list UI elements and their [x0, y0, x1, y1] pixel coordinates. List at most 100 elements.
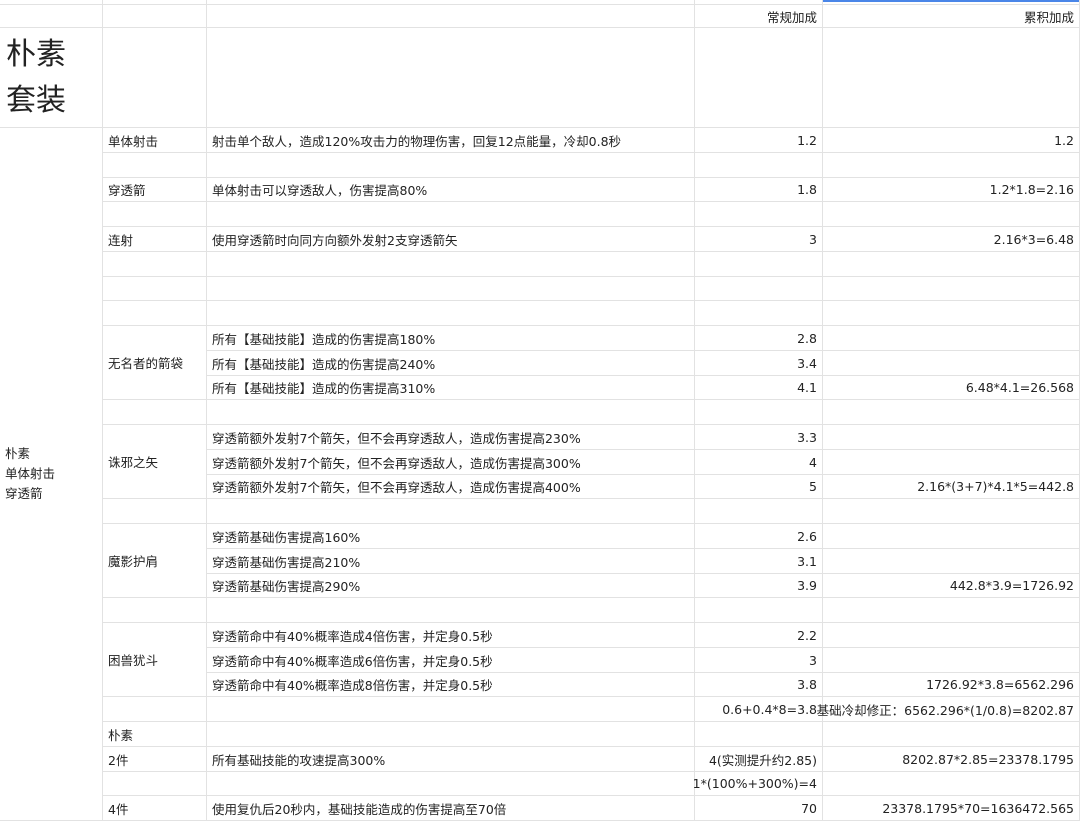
set-title[interactable]: 朴素 套装 — [0, 28, 103, 128]
cumulative-bonus[interactable] — [823, 351, 1080, 376]
item-name[interactable] — [103, 252, 207, 277]
item-description[interactable]: 所有基础技能的攻速提高300% — [207, 747, 695, 772]
item-description[interactable]: 穿透箭额外发射7个箭矢，但不会再穿透敌人，造成伤害提高400% — [207, 475, 695, 499]
cumulative-bonus[interactable]: 442.8*3.9=1726.92 — [823, 574, 1080, 598]
regular-bonus[interactable]: 5 — [695, 475, 823, 499]
item-name[interactable]: 无名者的箭袋 — [103, 326, 207, 400]
item-description[interactable] — [207, 301, 695, 326]
cell[interactable] — [695, 28, 823, 128]
item-name[interactable]: 朴素 — [103, 722, 207, 747]
item-name[interactable]: 困兽犹斗 — [103, 623, 207, 697]
regular-bonus[interactable] — [695, 722, 823, 747]
cumulative-bonus[interactable] — [823, 326, 1080, 351]
cumulative-bonus[interactable] — [823, 499, 1080, 524]
regular-bonus[interactable]: 2.2 — [695, 623, 823, 648]
item-description[interactable] — [207, 400, 695, 425]
cumulative-bonus[interactable] — [823, 549, 1080, 574]
cumulative-bonus[interactable] — [823, 524, 1080, 549]
cumulative-bonus[interactable] — [823, 400, 1080, 425]
cumulative-bonus[interactable]: 6.48*4.1=26.568 — [823, 376, 1080, 400]
cumulative-bonus[interactable] — [823, 450, 1080, 475]
cumulative-bonus[interactable] — [823, 648, 1080, 673]
item-name[interactable] — [103, 153, 207, 178]
header-cumulative[interactable]: 累积加成 — [823, 5, 1080, 28]
item-name[interactable] — [103, 697, 207, 722]
item-description[interactable] — [207, 598, 695, 623]
cumulative-bonus[interactable] — [823, 252, 1080, 277]
item-name[interactable] — [103, 277, 207, 301]
regular-bonus[interactable]: 3 — [695, 648, 823, 673]
cumulative-bonus[interactable] — [823, 277, 1080, 301]
item-description[interactable]: 射击单个敌人，造成120%攻击力的物理伤害，回复12点能量，冷却0.8秒 — [207, 128, 695, 153]
item-description[interactable]: 所有【基础技能】造成的伤害提高310% — [207, 376, 695, 400]
cumulative-bonus[interactable] — [823, 153, 1080, 178]
regular-bonus[interactable]: 1.8 — [695, 178, 823, 202]
item-description[interactable] — [207, 277, 695, 301]
item-name[interactable] — [103, 202, 207, 227]
item-name[interactable] — [103, 598, 207, 623]
cumulative-bonus[interactable] — [823, 722, 1080, 747]
item-name[interactable]: 穿透箭 — [103, 178, 207, 202]
item-description[interactable] — [207, 499, 695, 524]
item-description[interactable] — [207, 202, 695, 227]
cumulative-bonus[interactable]: 8202.87*2.85=23378.1795 — [823, 747, 1080, 772]
regular-bonus[interactable]: 2.6 — [695, 524, 823, 549]
cumulative-bonus[interactable]: 1.2 — [823, 128, 1080, 153]
regular-bonus[interactable] — [695, 301, 823, 326]
cumulative-bonus[interactable] — [823, 623, 1080, 648]
item-name[interactable]: 4件 — [103, 796, 207, 821]
regular-bonus[interactable] — [695, 499, 823, 524]
regular-bonus[interactable] — [695, 277, 823, 301]
regular-bonus[interactable] — [695, 598, 823, 623]
item-description[interactable] — [207, 153, 695, 178]
cumulative-bonus[interactable] — [823, 425, 1080, 450]
item-description[interactable]: 穿透箭命中有40%概率造成6倍伤害，并定身0.5秒 — [207, 648, 695, 673]
regular-bonus[interactable]: 2.8 — [695, 326, 823, 351]
regular-bonus[interactable]: 3 — [695, 227, 823, 252]
regular-bonus[interactable]: 4.1 — [695, 376, 823, 400]
regular-bonus[interactable]: 3.3 — [695, 425, 823, 450]
regular-bonus[interactable]: 4 — [695, 450, 823, 475]
item-description[interactable]: 穿透箭基础伤害提高210% — [207, 549, 695, 574]
cell-header[interactable] — [103, 5, 207, 28]
side-label[interactable]: 朴素 单体射击 穿透箭 — [0, 128, 103, 821]
regular-bonus[interactable]: 70 — [695, 796, 823, 821]
regular-bonus[interactable]: 1*(100%+300%)=4 — [693, 772, 823, 796]
item-description[interactable] — [207, 252, 695, 277]
item-name[interactable]: 魔影护肩 — [103, 524, 207, 598]
item-description[interactable]: 穿透箭命中有40%概率造成8倍伤害，并定身0.5秒 — [207, 673, 695, 697]
regular-bonus[interactable] — [695, 400, 823, 425]
regular-bonus[interactable] — [695, 252, 823, 277]
item-description[interactable]: 使用穿透箭时向同方向额外发射2支穿透箭矢 — [207, 227, 695, 252]
item-description[interactable] — [207, 697, 695, 722]
item-description[interactable]: 所有【基础技能】造成的伤害提高240% — [207, 351, 695, 376]
cumulative-bonus[interactable]: 23378.1795*70=1636472.565 — [823, 796, 1080, 821]
cumulative-bonus[interactable] — [823, 772, 1080, 796]
regular-bonus[interactable]: 0.6+0.4*8=3.8 — [695, 697, 823, 722]
regular-bonus[interactable] — [695, 153, 823, 178]
item-name[interactable]: 单体射击 — [103, 128, 207, 153]
item-description[interactable] — [207, 722, 695, 747]
cell[interactable] — [207, 28, 695, 128]
item-description[interactable]: 穿透箭基础伤害提高160% — [207, 524, 695, 549]
header-regular[interactable]: 常规加成 — [695, 5, 823, 28]
item-name[interactable]: 连射 — [103, 227, 207, 252]
item-description[interactable]: 所有【基础技能】造成的伤害提高180% — [207, 326, 695, 351]
regular-bonus[interactable] — [695, 202, 823, 227]
item-description[interactable]: 穿透箭命中有40%概率造成4倍伤害，并定身0.5秒 — [207, 623, 695, 648]
item-description[interactable]: 使用复仇后20秒内，基础技能造成的伤害提高至70倍 — [207, 796, 695, 821]
item-description[interactable]: 穿透箭额外发射7个箭矢，但不会再穿透敌人，造成伤害提高300% — [207, 450, 695, 475]
item-description[interactable]: 穿透箭基础伤害提高290% — [207, 574, 695, 598]
cumulative-bonus[interactable] — [823, 301, 1080, 326]
item-description[interactable] — [207, 772, 695, 796]
cumulative-bonus[interactable]: 2.16*(3+7)*4.1*5=442.8 — [823, 475, 1080, 499]
cell[interactable] — [103, 28, 207, 128]
item-name[interactable] — [103, 301, 207, 326]
cumulative-bonus[interactable] — [823, 202, 1080, 227]
item-name[interactable] — [103, 772, 207, 796]
item-name[interactable] — [103, 400, 207, 425]
item-description[interactable]: 单体射击可以穿透敌人，伤害提高80% — [207, 178, 695, 202]
item-description[interactable]: 穿透箭额外发射7个箭矢，但不会再穿透敌人，造成伤害提高230% — [207, 425, 695, 450]
regular-bonus[interactable]: 1.2 — [695, 128, 823, 153]
regular-bonus[interactable]: 3.1 — [695, 549, 823, 574]
